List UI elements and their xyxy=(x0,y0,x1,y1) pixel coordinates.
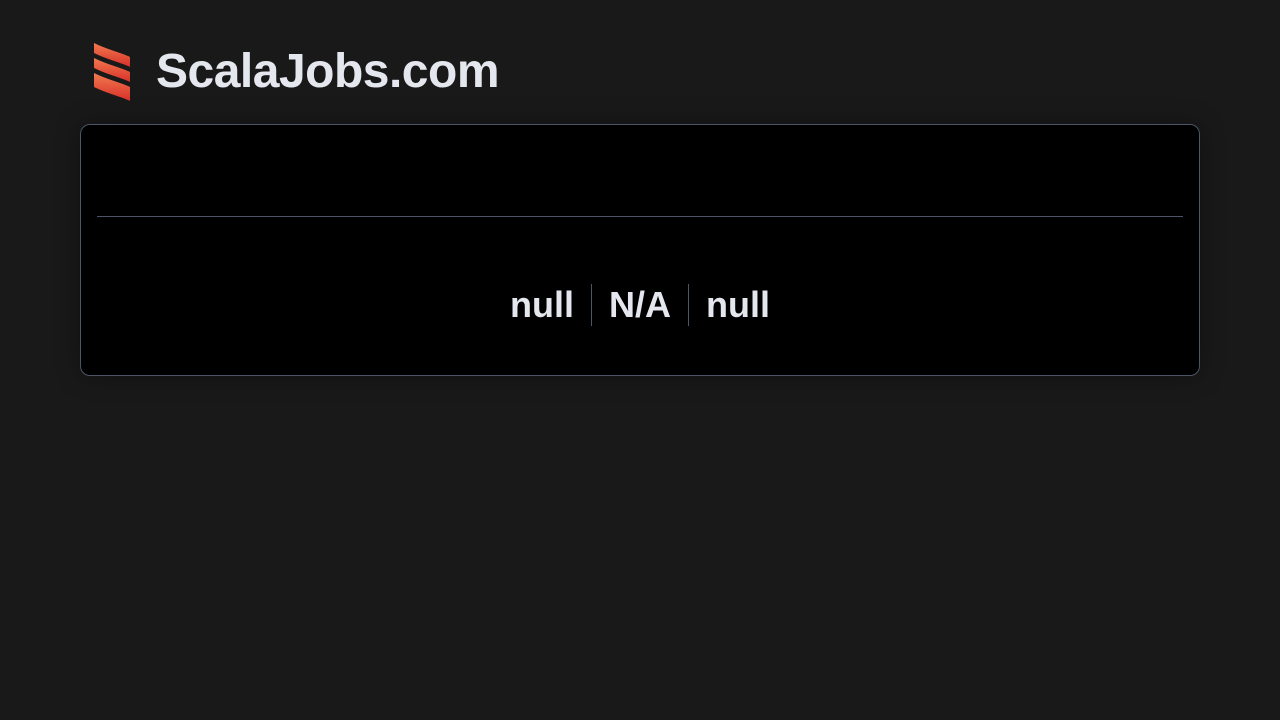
job-meta-row: null N/A null xyxy=(81,284,1199,326)
logo-link[interactable]: ScalaJobs.com xyxy=(92,40,500,104)
brand-title: ScalaJobs.com xyxy=(156,45,500,98)
job-meta-salary: null xyxy=(706,284,770,325)
scala-logo-icon xyxy=(94,43,130,101)
job-meta-location: N/A xyxy=(609,284,671,325)
job-card-title-area xyxy=(81,125,1199,216)
site-header: ScalaJobs.com xyxy=(92,40,500,104)
job-card[interactable]: null N/A null xyxy=(80,124,1200,376)
card-divider xyxy=(97,216,1183,217)
job-meta-company: null xyxy=(510,284,574,325)
